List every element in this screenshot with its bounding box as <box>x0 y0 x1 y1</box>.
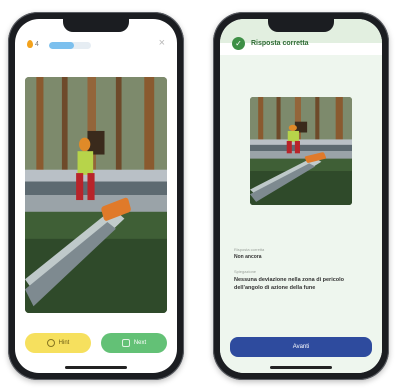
phone-notch <box>63 19 129 32</box>
field-1-value: Non ancora <box>234 254 262 260</box>
phone-right: ✓ Risposta corretta Risposta corretta No… <box>213 12 389 380</box>
progress-bar <box>49 42 91 49</box>
field-2-label: Spiegazione <box>234 268 257 274</box>
home-indicator <box>270 366 332 369</box>
answer-photo <box>250 97 352 205</box>
phone-notch <box>268 19 334 32</box>
phone-left: 4 × Hint Next <box>8 12 184 380</box>
hint-icon <box>46 339 55 347</box>
field-1-label: Risposta corretta <box>234 247 265 252</box>
answer-details: Risposta corretta Non ancora Spiegazione… <box>234 247 370 299</box>
result-status: ✓ Risposta corretta <box>232 37 370 50</box>
streak-count: 4 <box>35 40 39 48</box>
right-screen: ✓ Risposta corretta Risposta corretta No… <box>220 19 382 373</box>
status-text: Risposta corretta <box>251 40 309 47</box>
next-button-label: Next <box>133 340 147 346</box>
flame-icon <box>27 40 33 48</box>
forest-worker-photo-small <box>250 97 352 205</box>
question-photo <box>25 77 167 313</box>
check-circle-icon: ✓ <box>232 37 245 50</box>
continue-button[interactable]: Avanti <box>230 337 372 357</box>
streak-counter: 4 <box>27 40 39 48</box>
left-screen: 4 × Hint Next <box>15 19 177 373</box>
hint-button-label: Hint <box>58 340 70 346</box>
home-indicator <box>65 366 127 369</box>
continue-button-label: Avanti <box>292 344 310 350</box>
next-button[interactable]: Next <box>101 333 167 353</box>
field-2-value: Nessuna deviazione nella zona di pericol… <box>234 276 345 291</box>
close-icon[interactable]: × <box>159 37 165 49</box>
progress-fill <box>49 42 75 49</box>
result-panel <box>220 55 382 373</box>
forest-worker-photo <box>25 77 167 313</box>
bottom-button-row: Hint Next <box>25 333 167 353</box>
next-icon <box>121 339 130 347</box>
hint-button[interactable]: Hint <box>25 333 91 353</box>
top-bar: 4 × <box>27 37 165 53</box>
